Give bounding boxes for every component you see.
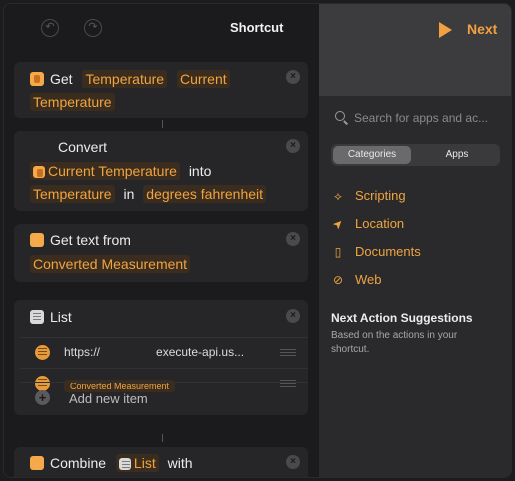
list-item[interactable]: https://execute-api.us... [20,337,308,367]
delete-action-button[interactable]: × [286,232,300,246]
variable-converted-measurement[interactable]: Converted Measurement [30,255,191,273]
action-convert-measurement[interactable]: Convert Current Temperature into Tempera… [14,131,308,211]
action-get-temperature[interactable]: Get Temperature Current Temperature × [14,62,308,118]
delete-action-button[interactable]: × [286,139,300,153]
text-action-icon [30,456,44,470]
close-icon: × [290,71,296,82]
category-label: Documents [355,244,421,259]
document-icon: ▯ [334,245,342,259]
action-connector [162,120,163,128]
action-library-sidebar: Next Categories Apps ⟡ Scripting ➤ Locatio… [318,4,511,477]
action-verb: Get text from [50,232,131,248]
tab-categories[interactable]: Categories [333,146,411,164]
play-icon[interactable] [439,22,452,38]
list-icon [118,458,131,470]
action-verb: Get [50,71,73,87]
param-unit[interactable]: degrees fahrenheit [143,185,267,203]
action-verb: Combine [50,455,107,471]
action-combine-text[interactable]: Combine List with × [14,447,308,477]
variable-current-line2[interactable]: Temperature [30,93,115,111]
category-label: Web [355,272,382,287]
param-unit-type[interactable]: Temperature [30,185,115,203]
category-location[interactable]: ➤ Location [329,215,405,234]
thermometer-icon [33,166,45,178]
close-icon: × [290,140,296,151]
text-action-icon [30,233,44,247]
category-web[interactable]: ⊘ Web [331,272,382,290]
in-label: in [123,186,135,202]
delete-action-button[interactable]: × [286,309,300,323]
editor-titlebar: ↶ ↷ Shortcut [4,4,318,50]
compass-icon: ⊘ [332,273,344,287]
location-arrow-icon: ➤ [329,215,347,233]
action-get-text[interactable]: Get text from Converted Measurement × [14,224,308,282]
scripting-icon: ⟡ [334,189,342,203]
category-label: Scripting [355,188,406,203]
suggestions-description: Based on the actions in your shortcut. [331,330,458,355]
action-list[interactable]: List × https://execute-api.us... Convert… [14,300,308,415]
next-button[interactable]: Next [467,21,497,37]
shortcut-editor: ↶ ↷ Shortcut Get Temperature Current Tem… [4,4,318,477]
undo-icon: ↶ [45,21,55,33]
add-new-item-button[interactable]: + Add new item [20,382,308,412]
variable-current-line1[interactable]: Current [176,70,230,88]
into-label: into [188,163,212,179]
search-input[interactable] [354,108,508,128]
library-segmented-control: Categories Apps [331,144,500,166]
shortcuts-window: ↶ ↷ Shortcut Get Temperature Current Tem… [3,3,512,478]
variable-list[interactable]: List [115,454,159,472]
close-icon: × [290,233,296,244]
undo-button[interactable]: ↶ [41,19,59,37]
action-verb: Convert [58,139,108,155]
search-bar[interactable] [335,108,508,128]
close-icon: × [290,310,296,321]
param-temperature[interactable]: Temperature [82,70,168,88]
close-icon: × [290,456,296,467]
page-title: Shortcut [230,20,284,35]
variable-current-temperature[interactable]: Current Temperature [30,162,180,180]
delete-action-button[interactable]: × [286,70,300,84]
category-documents[interactable]: ▯ Documents [331,244,421,262]
tab-apps[interactable]: Apps [417,146,497,164]
list-item-url[interactable]: https://execute-api.us... [64,345,244,359]
suggestions-heading: Next Action Suggestions [331,311,473,325]
category-label: Location [355,216,405,231]
action-verb: List [50,309,72,325]
category-scripting[interactable]: ⟡ Scripting [331,188,406,206]
thermometer-icon [30,72,44,86]
plus-icon: + [35,390,50,405]
delete-action-button[interactable]: × [286,455,300,469]
globe-icon [35,345,50,360]
add-new-item-label: Add new item [69,391,148,406]
search-icon [335,111,345,121]
list-icon [30,310,44,324]
action-connector [162,434,163,442]
sidebar-toolbar: Next [319,4,511,96]
with-label: with [167,455,193,471]
redo-button[interactable]: ↷ [84,19,102,37]
drag-handle-icon[interactable] [280,349,296,356]
redo-icon: ↷ [88,21,98,33]
